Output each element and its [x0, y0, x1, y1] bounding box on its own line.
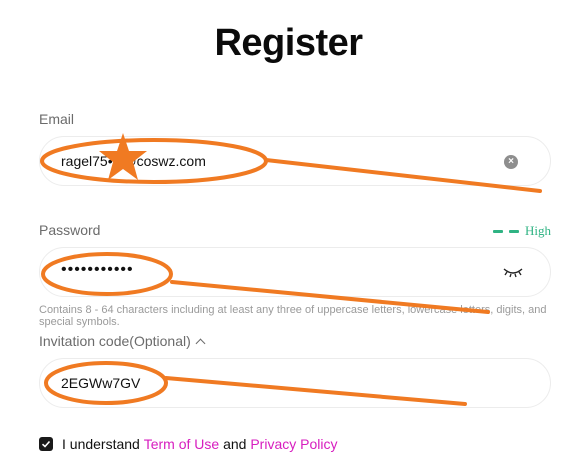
terms-row: I understand Term of Use and Privacy Pol…	[39, 436, 337, 452]
chevron-up-icon	[195, 338, 206, 348]
email-label: Email	[39, 111, 75, 127]
password-field[interactable]: •••••••••••	[39, 247, 551, 297]
email-field[interactable]: ragel75•••@coswz.com ×	[39, 136, 551, 186]
invitation-field[interactable]: 2EGWw7GV	[39, 358, 551, 408]
strength-bar-icon	[493, 229, 503, 233]
password-label: Password	[39, 222, 101, 238]
strength-label: High	[525, 223, 551, 238]
terms-text: I understand	[62, 436, 140, 452]
terms-and: and	[223, 436, 247, 452]
invitation-label: Invitation code(Optional)	[39, 333, 191, 349]
invitation-value: 2EGWw7GV	[61, 375, 141, 391]
password-strength: High	[493, 223, 551, 239]
privacy-policy-link[interactable]: Privacy Policy	[250, 436, 337, 452]
eye-closed-icon[interactable]	[502, 264, 524, 280]
terms-of-use-link[interactable]: Term of Use	[144, 436, 219, 452]
page-title: Register	[214, 22, 363, 64]
clear-icon[interactable]: ×	[504, 155, 518, 169]
terms-checkbox[interactable]	[39, 437, 53, 451]
strength-bar-icon	[509, 229, 519, 233]
password-hint: Contains 8 - 64 characters including at …	[39, 304, 547, 328]
email-value: ragel75•••@coswz.com	[61, 153, 206, 169]
invitation-toggle[interactable]: Invitation code(Optional)	[39, 333, 206, 349]
password-value: •••••••••••	[61, 261, 134, 278]
checkmark-icon	[41, 440, 51, 448]
